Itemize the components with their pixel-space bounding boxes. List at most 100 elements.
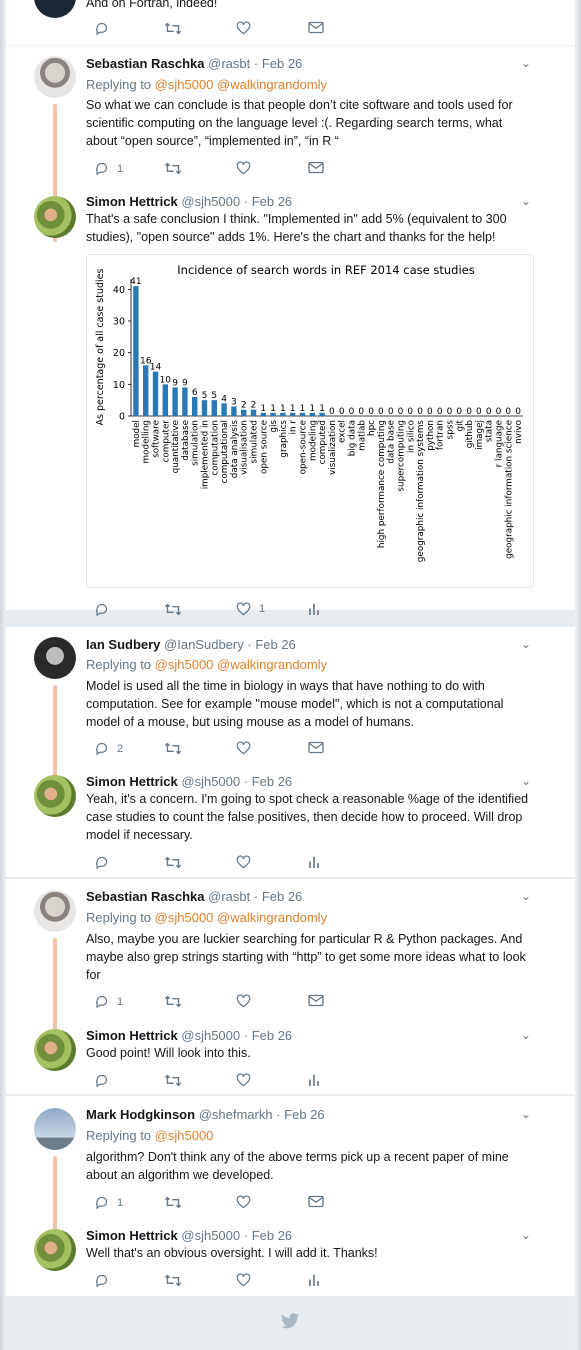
avatar[interactable]	[34, 890, 76, 932]
heart-icon	[236, 1273, 251, 1287]
handle[interactable]: @sjh5000	[181, 194, 240, 209]
partial-tweet[interactable]: And on Fortran, indeed!	[0, 0, 569, 45]
like-button[interactable]	[236, 1273, 251, 1287]
retweet-button[interactable]	[164, 161, 182, 176]
handle[interactable]: @shefmarkh	[199, 1107, 273, 1122]
retweet-button[interactable]	[164, 994, 182, 1009]
reply-button[interactable]	[94, 1273, 109, 1288]
reply-button[interactable]	[94, 1073, 109, 1088]
reply-button[interactable]: 1	[94, 1195, 123, 1210]
chevron-down-icon[interactable]: ⌄	[521, 637, 531, 651]
like-button[interactable]	[236, 1195, 251, 1209]
like-button[interactable]: 1	[236, 602, 265, 616]
timestamp[interactable]: · Feb 26	[247, 637, 295, 652]
analytics-button[interactable]	[308, 1273, 320, 1286]
data-label: 1	[290, 404, 296, 414]
avatar[interactable]	[34, 0, 76, 18]
handle[interactable]: @sjh5000	[181, 1028, 240, 1043]
avatar[interactable]	[34, 1029, 76, 1071]
chevron-down-icon[interactable]: ⌄	[521, 1107, 531, 1121]
display-name[interactable]: Simon Hettrick	[86, 194, 178, 209]
like-button[interactable]	[236, 994, 251, 1008]
y-tick-label: 0	[119, 412, 125, 423]
x-tick-label: software	[152, 420, 162, 458]
timestamp[interactable]: · Feb 26	[244, 1028, 292, 1043]
like-button[interactable]	[236, 161, 251, 175]
dm-button[interactable]	[308, 994, 324, 1007]
replying-users[interactable]: @sjh5000 @walkingrandomly	[155, 657, 327, 672]
analytics-icon	[309, 1274, 319, 1286]
tweet-text: Yeah, it's a concern. I'm going to spot …	[86, 792, 529, 842]
chevron-down-icon[interactable]: ⌄	[521, 1228, 531, 1242]
twitter-bird-icon[interactable]	[280, 1313, 300, 1335]
like-button[interactable]	[236, 741, 251, 755]
handle[interactable]: @sjh5000	[181, 1228, 240, 1243]
handle[interactable]: @rasbt	[208, 889, 250, 904]
timestamp[interactable]: · Feb 26	[254, 889, 302, 904]
y-tick-label: 30	[113, 317, 125, 328]
x-tick-label: simulated	[250, 420, 260, 463]
handle[interactable]: @sjh5000	[181, 774, 240, 789]
display-name[interactable]: Simon Hettrick	[86, 774, 178, 789]
timestamp[interactable]: · Feb 26	[244, 774, 292, 789]
like-button[interactable]	[236, 1073, 251, 1087]
reply-button[interactable]: 2	[94, 741, 123, 756]
thread-line	[53, 938, 57, 1038]
chevron-down-icon[interactable]: ⌄	[521, 56, 531, 70]
data-label: 1	[270, 404, 276, 414]
retweet-button[interactable]	[164, 1073, 182, 1088]
analytics-button[interactable]	[308, 1073, 320, 1086]
reply-icon	[96, 1274, 108, 1288]
display-name[interactable]: Simon Hettrick	[86, 1028, 178, 1043]
reply-button[interactable]: 1	[94, 161, 123, 176]
display-name[interactable]: Ian Sudbery	[86, 637, 160, 652]
analytics-button[interactable]	[308, 602, 320, 615]
avatar[interactable]	[34, 56, 76, 98]
display-name[interactable]: Sebastian Raschka	[86, 56, 205, 71]
analytics-button[interactable]	[308, 855, 320, 868]
display-name[interactable]: Mark Hodgkinson	[86, 1107, 195, 1122]
reply-button[interactable]	[94, 855, 109, 870]
chevron-down-icon[interactable]: ⌄	[521, 194, 531, 208]
timestamp[interactable]: · Feb 26	[254, 56, 302, 71]
reply-button[interactable]: 1	[94, 994, 123, 1009]
avatar[interactable]	[34, 1229, 76, 1271]
retweet-button[interactable]	[164, 741, 182, 756]
handle[interactable]: @IanSudbery	[164, 637, 244, 652]
timestamp[interactable]: · Feb 26	[276, 1107, 324, 1122]
replying-users[interactable]: @sjh5000 @walkingrandomly	[155, 77, 327, 92]
replying-users[interactable]: @sjh5000 @walkingrandomly	[155, 910, 327, 925]
retweet-button[interactable]	[164, 1273, 182, 1288]
retweet-button[interactable]	[164, 21, 182, 36]
dm-button[interactable]	[308, 1195, 324, 1208]
tweet-header: Simon Hettrick @sjh5000 · Feb 26	[86, 194, 292, 209]
heart-icon	[236, 21, 251, 35]
like-button[interactable]	[236, 855, 251, 869]
avatar[interactable]	[34, 775, 76, 817]
reply-button[interactable]	[94, 21, 109, 36]
display-name[interactable]: Simon Hettrick	[86, 1228, 178, 1243]
avatar[interactable]	[34, 196, 76, 238]
chevron-down-icon[interactable]: ⌄	[521, 1028, 531, 1042]
retweet-button[interactable]	[164, 602, 182, 617]
avatar[interactable]	[34, 637, 76, 679]
timestamp[interactable]: · Feb 26	[244, 194, 292, 209]
data-label: 1	[300, 404, 306, 414]
dm-button[interactable]	[308, 21, 324, 34]
x-tick-label: supercomputing	[397, 420, 407, 492]
like-button[interactable]	[236, 21, 251, 35]
dm-button[interactable]	[308, 161, 324, 174]
display-name[interactable]: Sebastian Raschka	[86, 889, 205, 904]
handle[interactable]: @rasbt	[208, 56, 250, 71]
replying-label: Replying to	[86, 1128, 152, 1143]
retweet-button[interactable]	[164, 1195, 182, 1210]
reply-button[interactable]	[94, 602, 109, 617]
dm-button[interactable]	[308, 741, 324, 754]
chevron-down-icon[interactable]: ⌄	[521, 774, 531, 788]
retweet-button[interactable]	[164, 855, 182, 870]
timestamp[interactable]: · Feb 26	[244, 1228, 292, 1243]
chart-image[interactable]: Incidence of search words in REF 2014 ca…	[86, 254, 534, 588]
avatar[interactable]	[34, 1108, 76, 1150]
chevron-down-icon[interactable]: ⌄	[521, 889, 531, 903]
replying-users[interactable]: @sjh5000	[155, 1128, 214, 1143]
